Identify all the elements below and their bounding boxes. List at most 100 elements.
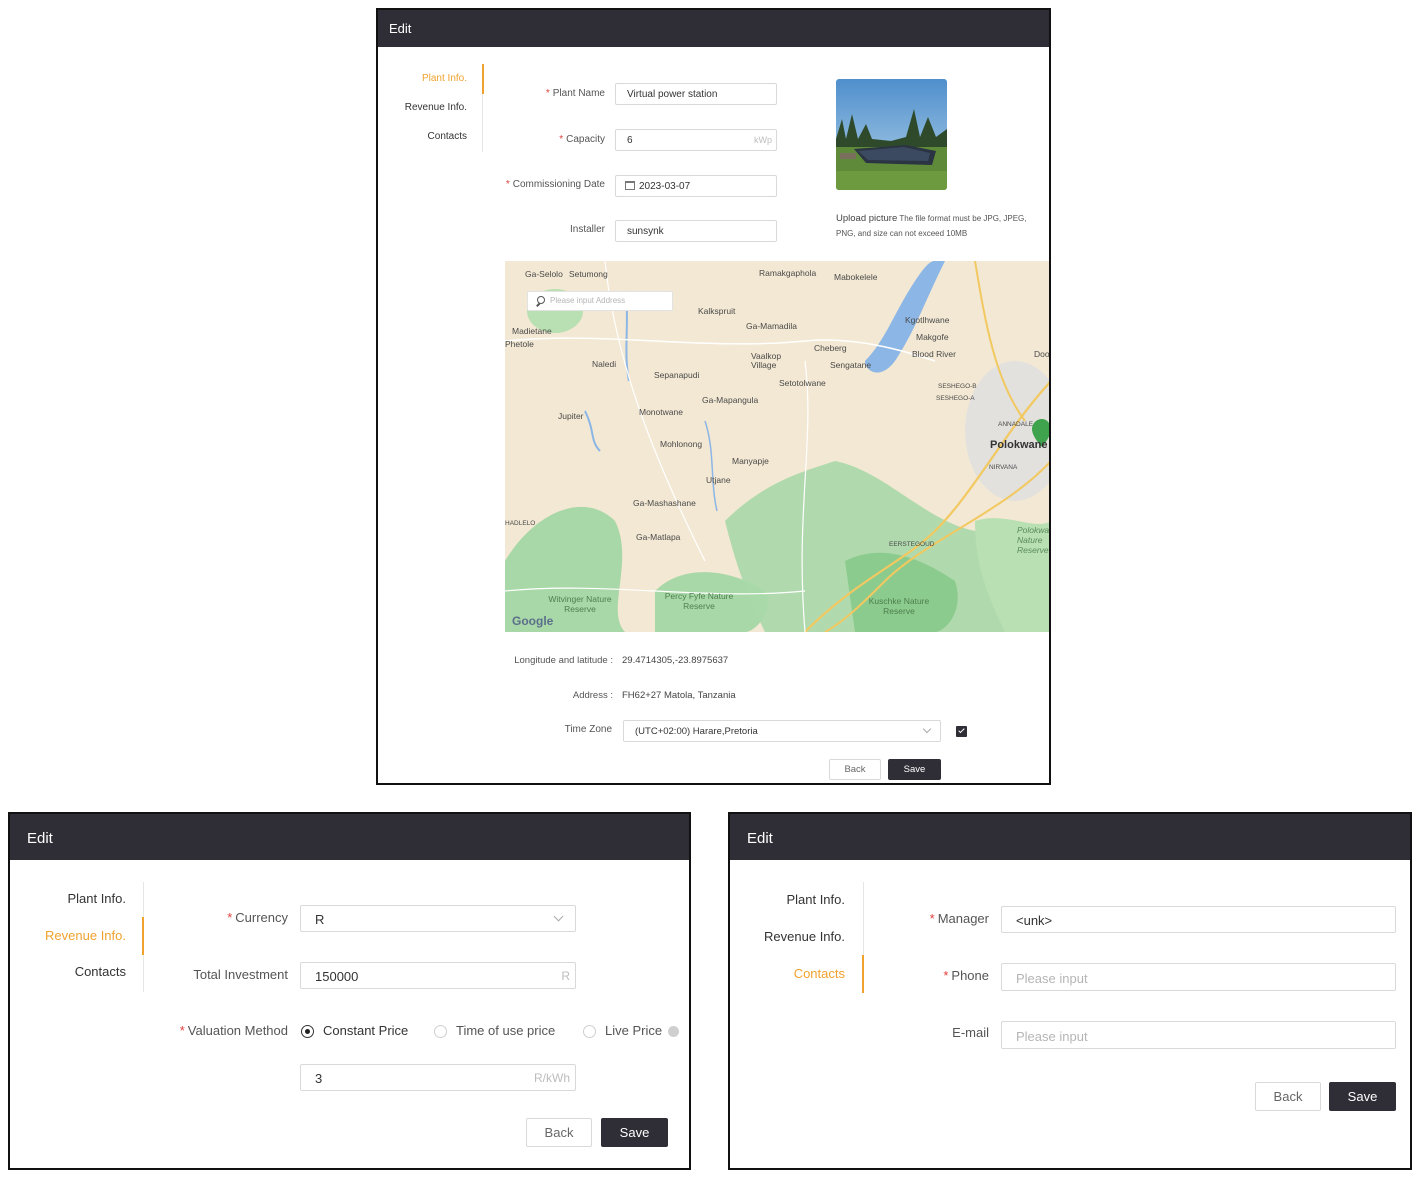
dialog-title: Edit: [378, 10, 1049, 47]
live-price-label[interactable]: Live Price: [605, 1023, 662, 1038]
map-place: Ga-Selolo: [525, 269, 563, 279]
map-place: Vaalkop Village: [751, 351, 782, 370]
search-icon-handle: [536, 302, 540, 307]
manager-input[interactable]: <unk>: [1001, 906, 1396, 933]
calendar-icon: [625, 181, 635, 190]
commissioning-date-label: * Commissioning Date: [505, 179, 605, 190]
map-place: Ramakgaphola: [759, 268, 817, 278]
edit-dialog-contacts: Edit Plant Info. Revenue Info. Contacts …: [728, 812, 1412, 1170]
email-input[interactable]: Please input: [1001, 1021, 1396, 1049]
map-place: Phetole: [505, 339, 534, 349]
map-place: Sepanapudi: [654, 370, 700, 380]
time-of-use-price-label[interactable]: Time of use price: [456, 1023, 555, 1038]
map-place: Manyapje: [732, 456, 769, 466]
map-place: Ga-Mamadila: [746, 321, 798, 331]
map-place: Dool: [1034, 349, 1051, 359]
manager-label: * Manager: [929, 911, 989, 926]
map-canvas: [505, 261, 1049, 632]
lonlat-label: Longitude and latitude :: [514, 655, 613, 666]
plant-name-label: * Plant Name: [545, 88, 605, 99]
capacity-unit: kWp: [754, 135, 772, 145]
map-place: Mohlonong: [660, 439, 703, 449]
map-place: Jupiter: [558, 411, 584, 421]
total-investment-label: Total Investment: [193, 967, 288, 982]
map-place: Ga-Mashashane: [633, 498, 696, 508]
timezone-label: Time Zone: [564, 724, 612, 735]
back-button[interactable]: Back: [526, 1118, 592, 1147]
map-place: Utjane: [706, 475, 731, 485]
nav-revenue-info[interactable]: Revenue Info.: [764, 929, 845, 944]
constant-price-label[interactable]: Constant Price: [323, 1023, 408, 1038]
map-place: Sengatane: [830, 360, 872, 370]
map-place: Kgotlhwane: [905, 315, 950, 325]
google-logo: Google: [512, 614, 554, 628]
info-icon[interactable]: [668, 1026, 679, 1037]
radio-live-price[interactable]: [583, 1025, 596, 1038]
nav-contacts[interactable]: Contacts: [428, 131, 467, 142]
map-place: HADLELO: [505, 520, 536, 527]
map-place: Monotwane: [639, 407, 683, 417]
nav-plant-info[interactable]: Plant Info.: [786, 892, 845, 907]
map-place: Polokwane Nature Reserve: [1017, 525, 1050, 555]
edit-dialog-revenue-info: Edit Plant Info. Revenue Info. Contacts …: [8, 812, 691, 1170]
investment-unit: R: [561, 969, 570, 983]
edit-dialog-plant-info: Edit Plant Info. Revenue Info. Contacts …: [376, 8, 1051, 785]
phone-label: * Phone: [943, 968, 989, 983]
map-place: Madietane: [512, 326, 552, 336]
radio-time-of-use-price[interactable]: [434, 1025, 447, 1038]
map-place: Kalkspruit: [698, 306, 736, 316]
map-place: ANNADALE: [998, 421, 1034, 428]
map-search-box[interactable]: Please input Address: [527, 291, 673, 311]
address-value: FH62+27 Matola, Tanzania: [622, 690, 736, 701]
radio-constant-price[interactable]: [301, 1025, 314, 1038]
solar-plant-image: [836, 79, 947, 190]
nav-contacts[interactable]: Contacts: [75, 964, 126, 979]
address-label: Address :: [572, 690, 613, 701]
map-place: Mabokelele: [834, 272, 878, 282]
upload-hint: Upload picture The file format must be J…: [836, 213, 1027, 238]
map-place: NIRVANA: [989, 464, 1018, 471]
save-button[interactable]: Save: [888, 759, 941, 780]
dialog-title: Edit: [730, 814, 1410, 860]
installer-input[interactable]: sunsynk: [615, 220, 777, 242]
total-investment-input[interactable]: 150000 R: [300, 962, 576, 989]
map-place: Ga-Matlapa: [636, 532, 681, 542]
commissioning-date-input[interactable]: 2023-03-07: [615, 175, 777, 197]
map-place: Setotolwane: [779, 378, 826, 388]
capacity-label: * Capacity: [559, 134, 605, 145]
capacity-input[interactable]: 6 kWp: [615, 129, 777, 151]
timezone-checkbox[interactable]: [956, 726, 967, 737]
location-map[interactable]: Please input Address Ga-Selolo Setumong …: [505, 261, 1051, 632]
chevron-down-icon: [922, 724, 932, 734]
nav-active-indicator: [142, 917, 144, 955]
installer-label: Installer: [569, 224, 605, 235]
valuation-method-label: * Valuation Method: [179, 1023, 288, 1038]
phone-input[interactable]: Please input: [1001, 963, 1396, 991]
nav-plant-info[interactable]: Plant Info.: [422, 73, 467, 84]
map-place: Kuschke Nature Reserve: [868, 596, 930, 616]
nav-revenue-info[interactable]: Revenue Info.: [45, 928, 126, 943]
nav-contacts[interactable]: Contacts: [794, 966, 845, 981]
map-place: Percy Fyfe Nature Reserve: [664, 591, 734, 611]
check-icon: [957, 726, 965, 734]
nav-plant-info[interactable]: Plant Info.: [67, 891, 126, 906]
save-button[interactable]: Save: [1329, 1082, 1396, 1111]
currency-select[interactable]: R: [300, 905, 576, 932]
currency-label: * Currency: [227, 910, 288, 925]
back-button[interactable]: Back: [829, 759, 881, 780]
map-place: SESHEGO-A: [936, 395, 975, 402]
plant-name-input[interactable]: Virtual power station: [615, 83, 777, 105]
map-place: Setumong: [569, 269, 608, 279]
nav-revenue-info[interactable]: Revenue Info.: [405, 102, 467, 113]
map-search-input: Please input Address: [550, 296, 626, 305]
price-input[interactable]: 3 R/kWh: [300, 1064, 576, 1091]
save-button[interactable]: Save: [601, 1118, 668, 1147]
lonlat-value: 29.4714305,-23.8975637: [622, 655, 729, 666]
timezone-select[interactable]: (UTC+02:00) Harare,Pretoria: [623, 720, 941, 742]
plant-picture[interactable]: [836, 79, 947, 190]
map-place: Makgofe: [916, 332, 949, 342]
back-button[interactable]: Back: [1255, 1082, 1321, 1111]
map-place: Ga-Mapangula: [702, 395, 759, 405]
dialog-title: Edit: [10, 814, 689, 860]
map-place: Cheberg: [814, 343, 847, 353]
